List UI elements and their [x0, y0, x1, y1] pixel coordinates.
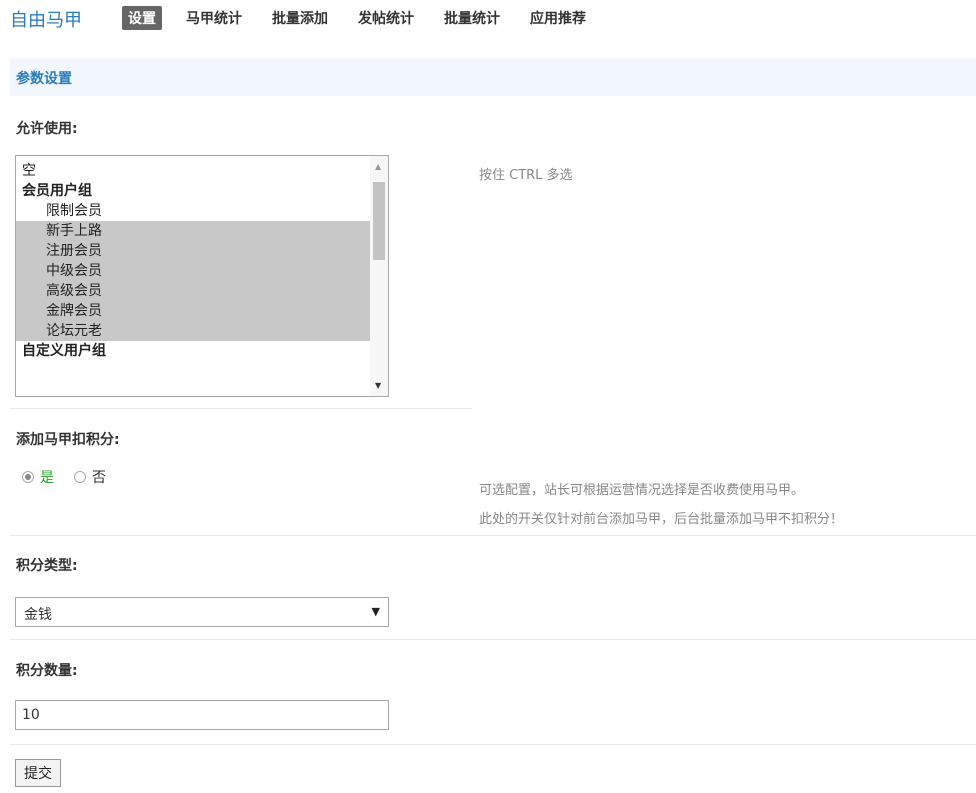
tab-bar: 设置 马甲统计 批量添加 发帖统计 批量统计 应用推荐 [122, 6, 592, 30]
radio-yes[interactable] [22, 471, 34, 483]
deduct-hint-2: 此处的开关仅针对前台添加马甲，后台批量添加马甲不扣积分！ [479, 512, 844, 527]
usergroup-options: 空会员用户组 限制会员 新手上路 注册会员 中级会员 高级会员 金牌会员 论坛元老 自定义用户组 [16, 156, 370, 361]
tab-post-stats[interactable]: 发帖统计 [352, 6, 420, 30]
divider [10, 639, 976, 640]
usergroup-option[interactable]: 论坛元老 [16, 321, 370, 341]
divider [10, 408, 472, 409]
usergroup-option[interactable]: 限制会员 [16, 201, 370, 221]
scroll-down-icon[interactable]: ▼ [375, 381, 381, 390]
tab-batch-stats[interactable]: 批量统计 [438, 6, 506, 30]
tab-app-recommend[interactable]: 应用推荐 [524, 6, 592, 30]
scrollbar[interactable]: ▲ ▼ [370, 156, 388, 396]
deduct-radio-group: 是 否 [22, 467, 106, 487]
credit-amount-label: 积分数量: [16, 663, 78, 679]
chevron-down-icon: ▼ [371, 605, 380, 618]
divider [10, 744, 976, 745]
tab-batch-add[interactable]: 批量添加 [266, 6, 334, 30]
top-nav: 自由马甲 设置 马甲统计 批量添加 发帖统计 批量统计 应用推荐 [0, 0, 976, 40]
usergroup-option[interactable]: 空 [16, 161, 370, 181]
radio-no[interactable] [74, 471, 86, 483]
credit-type-label: 积分类型: [16, 558, 78, 574]
radio-no-label[interactable]: 否 [92, 467, 106, 487]
credit-type-select[interactable]: 金钱 ▼ [15, 597, 389, 627]
credit-type-value: 金钱 [24, 607, 52, 623]
tab-settings[interactable]: 设置 [122, 6, 162, 30]
option-group-label[interactable]: 自定义用户组 [16, 341, 370, 361]
section-header: 参数设置 [10, 58, 976, 96]
tab-vest-stats[interactable]: 马甲统计 [180, 6, 248, 30]
allow-use-label: 允许使用: [16, 121, 78, 137]
multiselect-hint: 按住 CTRL 多选 [479, 168, 573, 183]
submit-button[interactable]: 提交 [15, 759, 61, 787]
radio-yes-label[interactable]: 是 [40, 467, 54, 487]
usergroup-option[interactable]: 注册会员 [16, 241, 370, 261]
usergroup-option[interactable]: 新手上路 [16, 221, 370, 241]
usergroup-option[interactable]: 中级会员 [16, 261, 370, 281]
option-group-label[interactable]: 会员用户组 [16, 181, 370, 201]
deduct-label: 添加马甲扣积分: [16, 432, 120, 448]
usergroup-option[interactable]: 高级会员 [16, 281, 370, 301]
brand-title[interactable]: 自由马甲 [10, 6, 82, 32]
scroll-up-icon[interactable]: ▲ [375, 162, 381, 171]
divider [10, 535, 976, 536]
usergroup-option[interactable]: 金牌会员 [16, 301, 370, 321]
usergroup-multiselect[interactable]: 空会员用户组 限制会员 新手上路 注册会员 中级会员 高级会员 金牌会员 论坛元老 自定义用户组… [15, 155, 389, 397]
scroll-thumb[interactable] [373, 182, 385, 260]
deduct-hint-1: 可选配置，站长可根据运营情况选择是否收费使用马甲。 [479, 483, 805, 498]
credit-amount-input[interactable] [15, 700, 389, 730]
